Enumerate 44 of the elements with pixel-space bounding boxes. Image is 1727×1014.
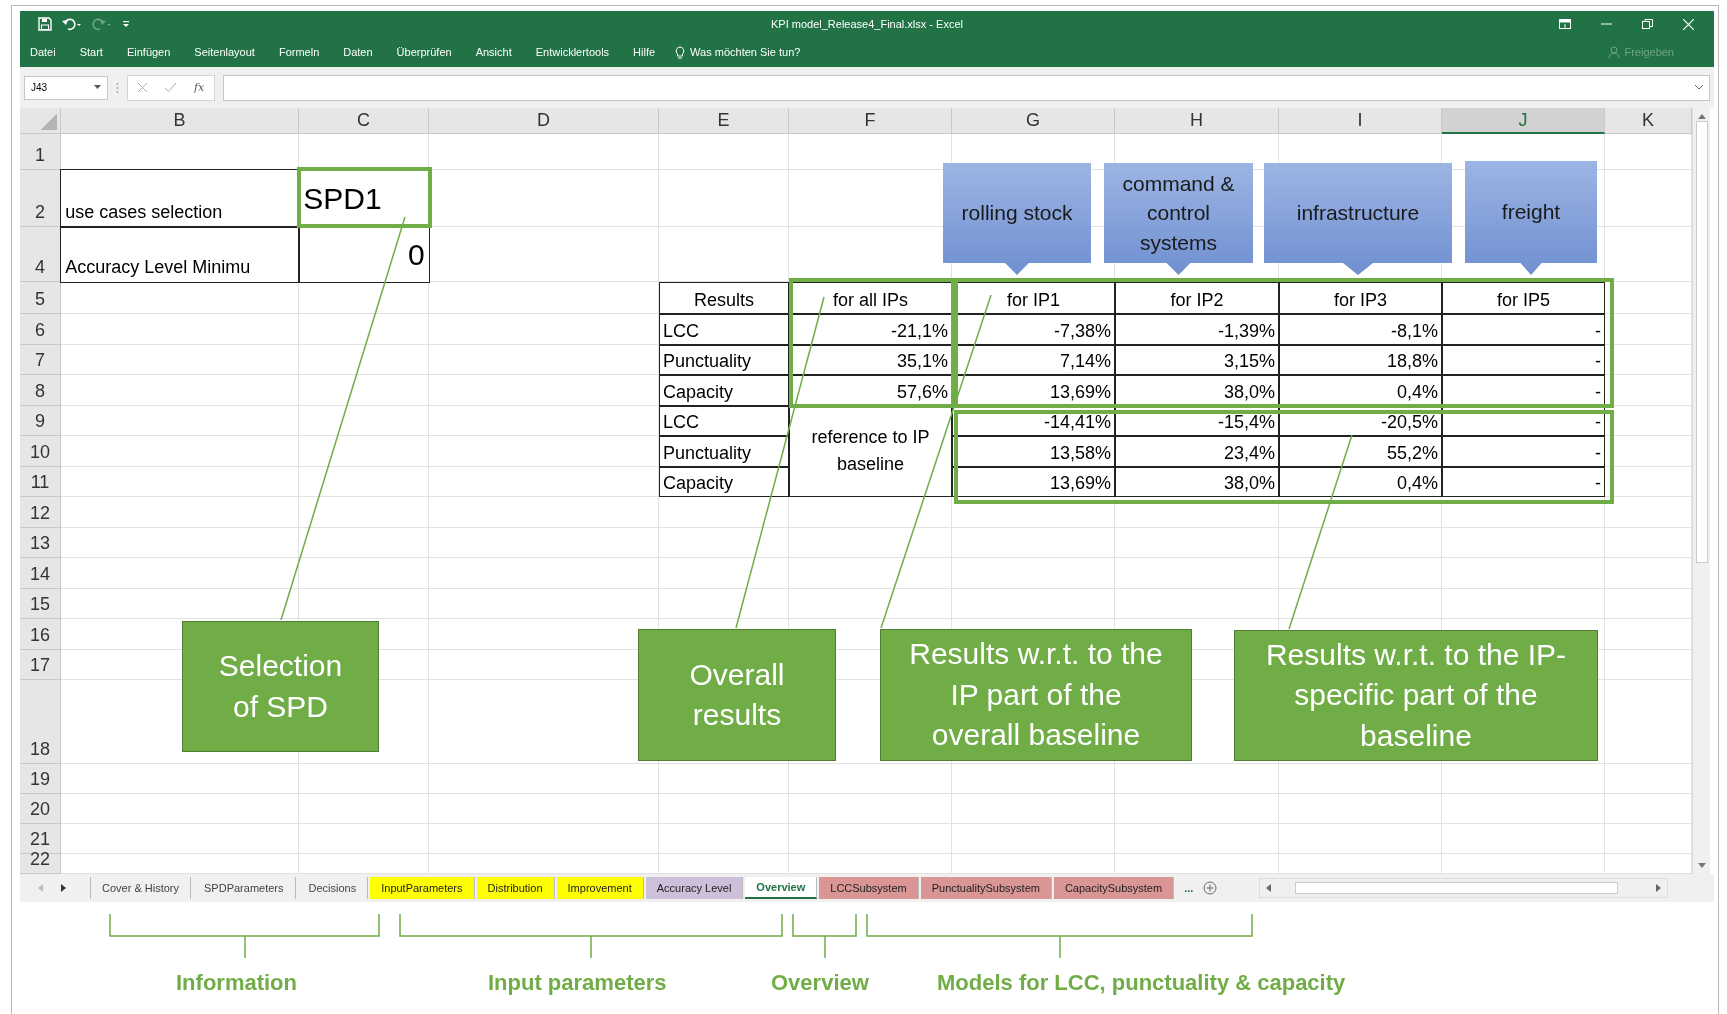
callout-tooltip: infrastructure (1264, 163, 1452, 275)
table-cell: LCC (659, 314, 789, 345)
table-cell: 18,8% (1279, 344, 1442, 375)
table-cell: Capacity (659, 466, 789, 497)
table-cell: -8,1% (1279, 314, 1442, 345)
table-cell: 0,4% (1279, 375, 1442, 406)
table-cell: Punctuality (659, 344, 789, 375)
table-cell: 55,2% (1279, 436, 1442, 467)
cell-value: 0 (298, 226, 430, 283)
window-title: KPI model_Release4_Final.xlsx - Excel (771, 18, 963, 30)
table-cell: 38,0% (1115, 375, 1279, 406)
table-cell: - (1442, 314, 1605, 345)
table-cell: reference to IP baseline (789, 405, 952, 497)
group-label: Overview (771, 970, 869, 996)
annotation-tooltip: Results w.r.t. to the IP part of the overall baseline (880, 629, 1192, 761)
callout-tooltip: rolling stock (943, 163, 1091, 275)
table-cell: Capacity (659, 375, 789, 406)
table-cell: LCC (659, 405, 789, 436)
table-cell: 13,69% (952, 466, 1115, 497)
callout-tooltip: command & control systems (1104, 163, 1253, 275)
table-cell: 38,0% (1115, 466, 1279, 497)
table-cell: 13,58% (952, 436, 1115, 467)
table-cell: - (1442, 375, 1605, 406)
table-cell: 3,15% (1115, 344, 1279, 375)
callout-tooltip: freight (1465, 161, 1597, 275)
table-cell: for IP2 (1115, 282, 1279, 314)
cell-text: Accuracy Level Minimu (60, 226, 300, 283)
table-cell: - (1442, 344, 1605, 375)
group-label: Models for LCC, punctuality & capacity (937, 970, 1346, 996)
table-cell: for IP3 (1279, 282, 1442, 314)
table-cell: - (1442, 436, 1605, 467)
table-cell: 23,4% (1115, 436, 1279, 467)
table-cell: Results (659, 282, 789, 314)
table-cell: - (1442, 466, 1605, 497)
annotation-tooltip: Selection of SPD (182, 621, 379, 752)
group-label: Input parameters (488, 970, 667, 996)
table-cell: Punctuality (659, 436, 789, 467)
cell-text: use cases selection (60, 169, 300, 228)
annotation-tooltip: Results w.r.t. to the IP-specific part of the baseline (1234, 630, 1598, 761)
table-cell: -1,39% (1115, 314, 1279, 345)
group-label: Information (176, 970, 297, 996)
table-cell: for IP5 (1442, 282, 1605, 314)
table-cell: 0,4% (1279, 466, 1442, 497)
annotation-tooltip: Overall results (638, 629, 836, 761)
